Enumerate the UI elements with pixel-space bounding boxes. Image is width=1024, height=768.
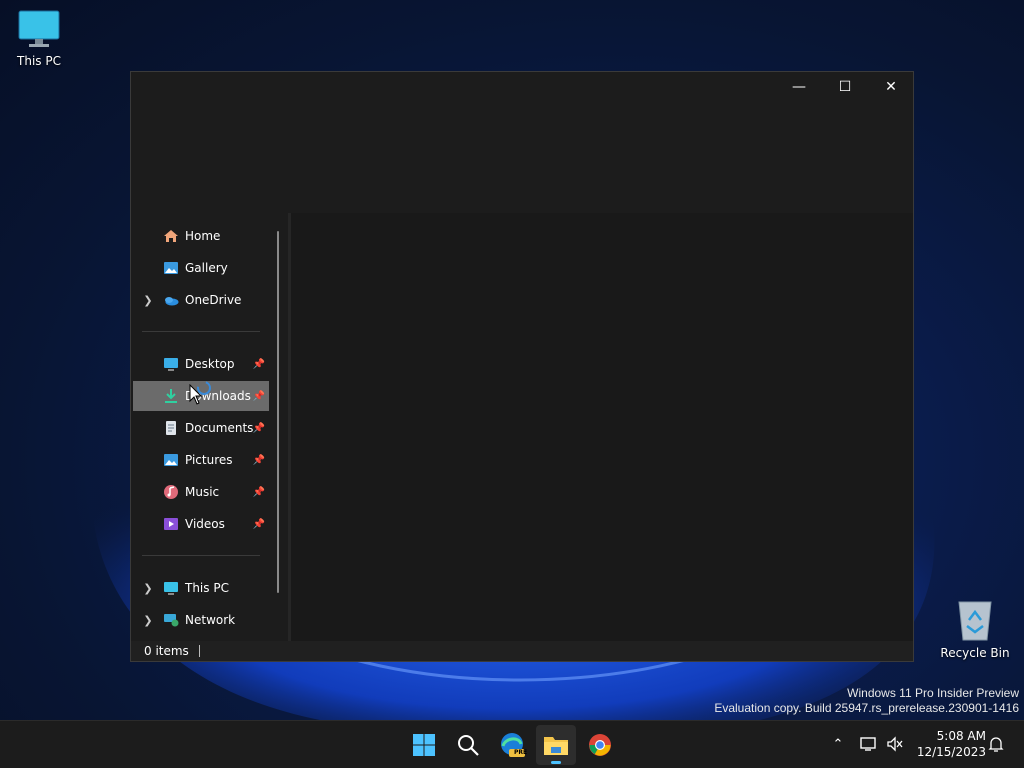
nav-item-home[interactable]: Home <box>133 221 269 251</box>
clock[interactable]: 5:08 AM 12/15/2023 <box>917 728 986 760</box>
network-tray-icon <box>860 737 876 751</box>
status-bar: 0 items <box>131 641 913 661</box>
desktop-icon-label: Recycle Bin <box>940 646 1010 660</box>
notifications-button[interactable] <box>985 733 1007 755</box>
minimize-button[interactable]: — <box>776 72 822 102</box>
close-icon: ✕ <box>885 79 897 95</box>
nav-scrollbar[interactable] <box>277 231 279 593</box>
search-icon <box>458 735 479 756</box>
volume-muted-icon <box>887 736 903 752</box>
watermark-line-2: Evaluation copy. Build 25947.rs_prerelea… <box>714 701 1019 715</box>
nav-separator <box>142 555 260 556</box>
nav-item-documents[interactable]: Documents 📌 <box>133 413 269 443</box>
status-divider <box>198 645 200 657</box>
nav-item-label: Home <box>185 229 221 243</box>
active-indicator <box>551 761 561 764</box>
nav-item-desktop[interactable]: Desktop 📌 <box>133 349 269 379</box>
network-tray-button[interactable] <box>858 733 880 755</box>
chevron-right-icon[interactable]: ❯ <box>133 614 163 627</box>
maximize-icon: ☐ <box>838 79 852 95</box>
chevron-right-icon[interactable]: ❯ <box>133 294 163 307</box>
folder-icon <box>544 737 568 755</box>
file-list-area[interactable] <box>291 213 913 643</box>
nav-item-music[interactable]: Music 📌 <box>133 477 269 507</box>
pre-badge: PRE <box>514 749 528 756</box>
edge-preview-button[interactable]: PRE <box>492 725 532 765</box>
nav-item-label: Gallery <box>185 261 228 275</box>
search-button[interactable] <box>448 725 488 765</box>
desktop-icon-this-pc[interactable]: This PC <box>3 10 75 68</box>
videos-icon <box>164 518 178 530</box>
nav-item-label: This PC <box>185 581 229 595</box>
nav-item-this-pc[interactable]: ❯ This PC <box>133 573 269 603</box>
nav-separator <box>142 331 260 332</box>
file-explorer-window[interactable]: — ☐ ✕ Home Gallery ❯ OneDrive Desktop 📌 … <box>130 71 914 662</box>
monitor-icon <box>18 10 60 47</box>
chrome-icon <box>589 734 611 756</box>
volume-tray-button[interactable] <box>884 733 906 755</box>
chevron-right-icon[interactable]: ❯ <box>133 582 163 595</box>
nav-item-network[interactable]: ❯ Network <box>133 605 269 635</box>
busy-spinner-icon <box>197 381 211 395</box>
nav-item-label: Music <box>185 485 220 499</box>
watermark-line-1: Windows 11 Pro Insider Preview <box>847 686 1019 700</box>
show-hidden-icons-button[interactable]: ⌃ <box>827 733 849 755</box>
nav-item-label: Documents <box>185 421 254 435</box>
nav-item-label: Pictures <box>185 453 233 467</box>
nav-item-pictures[interactable]: Pictures 📌 <box>133 445 269 475</box>
bell-icon <box>988 737 1004 752</box>
pin-icon: 📌 <box>252 358 265 370</box>
clock-date: 12/15/2023 <box>916 745 986 759</box>
nav-item-label: OneDrive <box>185 293 242 307</box>
chevron-up-icon: ⌃ <box>832 736 844 752</box>
item-count: 0 items <box>144 644 189 658</box>
recycle-bin-icon <box>958 601 992 641</box>
onedrive-icon <box>165 297 179 306</box>
maximize-button[interactable]: ☐ <box>822 72 868 102</box>
start-button[interactable] <box>404 725 444 765</box>
pin-icon: 📌 <box>252 518 265 530</box>
desktop-folder-icon <box>164 358 178 371</box>
desktop-icon-recycle-bin[interactable]: Recycle Bin <box>939 598 1011 660</box>
nav-item-label: Desktop <box>185 357 235 371</box>
taskbar[interactable]: PRE ⌃ 5:08 AM 12/15/2023 <box>0 720 1024 768</box>
pictures-icon <box>164 454 178 466</box>
nav-item-label: Network <box>185 613 236 627</box>
desktop-icon-label: This PC <box>17 54 61 68</box>
pin-icon: 📌 <box>252 486 265 498</box>
nav-item-gallery[interactable]: Gallery <box>133 253 269 283</box>
navigation-pane[interactable]: Home Gallery ❯ OneDrive Desktop 📌 Downlo… <box>131 213 288 643</box>
nav-item-videos[interactable]: Videos 📌 <box>133 509 269 539</box>
windows-logo-icon <box>413 734 435 756</box>
chrome-button[interactable] <box>580 725 620 765</box>
pin-icon: 📌 <box>252 454 265 466</box>
title-bar[interactable]: — ☐ ✕ <box>131 72 913 213</box>
file-explorer-button[interactable] <box>536 725 576 765</box>
nav-item-label: Videos <box>185 517 225 531</box>
home-icon <box>164 230 178 242</box>
pin-icon: 📌 <box>252 390 265 402</box>
pin-icon: 📌 <box>252 422 265 434</box>
minimize-icon: — <box>792 79 806 95</box>
close-button[interactable]: ✕ <box>868 72 914 102</box>
downloads-icon <box>165 389 177 403</box>
gallery-icon <box>164 262 178 274</box>
music-icon <box>164 485 178 499</box>
this-pc-icon <box>164 582 178 595</box>
clock-time: 5:08 AM <box>936 729 986 743</box>
network-icon <box>164 614 179 627</box>
nav-item-onedrive[interactable]: ❯ OneDrive <box>133 285 269 315</box>
documents-icon <box>166 421 176 435</box>
